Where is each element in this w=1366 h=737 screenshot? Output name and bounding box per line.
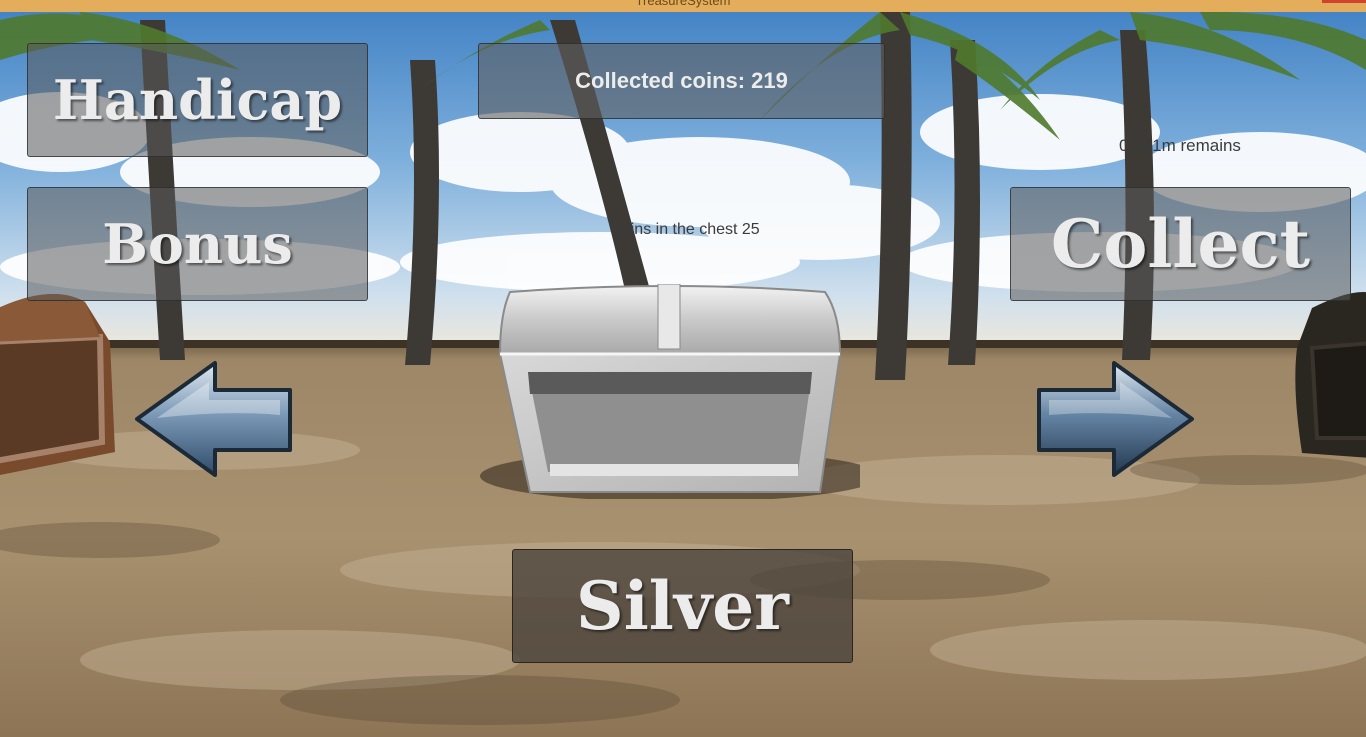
collected-coins-value: 219	[751, 68, 788, 93]
chest-coins-text: Coins in the chest 25	[610, 221, 760, 238]
collected-coins-panel: Collected coins: 219	[478, 43, 885, 119]
handicap-button[interactable]: Handicap	[27, 43, 368, 157]
window-titlebar: TreasureSystem	[0, 0, 1366, 12]
bonus-button[interactable]: Bonus	[27, 187, 368, 301]
bonus-button-label: Bonus	[102, 212, 293, 276]
window-title: TreasureSystem	[635, 0, 731, 8]
chest-type-silver-button[interactable]: Silver	[512, 549, 853, 663]
treasure-chest-icon[interactable]	[480, 284, 860, 499]
game-scene: TreasureSystem Handicap Bonus Collected …	[0, 0, 1366, 737]
previous-chest-bronze	[0, 294, 115, 475]
arrow-left-icon[interactable]	[135, 360, 293, 478]
collect-button[interactable]: Collect	[1010, 187, 1351, 301]
arrow-right-icon[interactable]	[1036, 360, 1194, 478]
collected-coins-label: Collected coins:	[575, 68, 746, 93]
window-close-button[interactable]	[1322, 0, 1366, 3]
next-chest-dark	[1295, 292, 1366, 458]
collect-button-label: Collect	[1050, 205, 1311, 283]
handicap-button-label: Handicap	[52, 68, 343, 132]
chest-type-label: Silver	[576, 567, 789, 645]
timer-remaining-text: 02:41m remains	[1119, 136, 1241, 155]
